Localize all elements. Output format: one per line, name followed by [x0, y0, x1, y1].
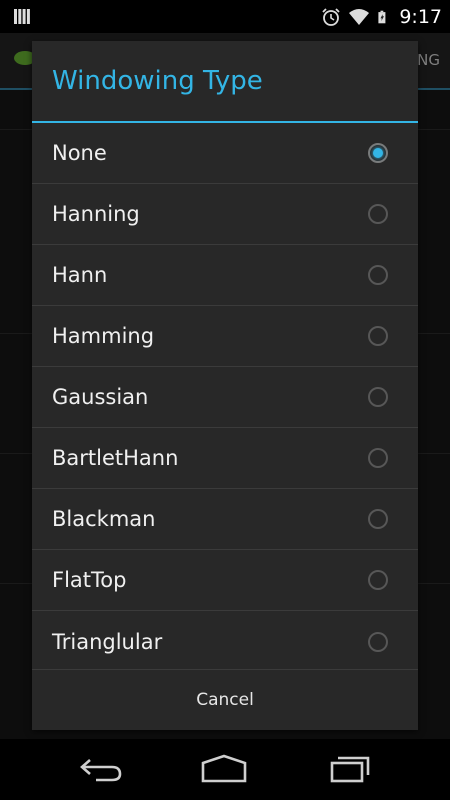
option-gaussian[interactable]: Gaussian — [32, 367, 418, 428]
option-label: Hann — [52, 263, 108, 287]
radio-button[interactable] — [368, 326, 388, 346]
status-time: 9:17 — [399, 5, 442, 28]
option-label: BartletHann — [52, 446, 179, 470]
option-label: Hanning — [52, 202, 140, 226]
option-label: Trianglular — [52, 629, 163, 654]
option-label: Hamming — [52, 324, 155, 348]
windowing-type-dialog: Windowing Type None Hanning Hann Hamming… — [32, 41, 418, 730]
dialog-title: Windowing Type — [52, 66, 263, 96]
radio-button[interactable] — [368, 265, 388, 285]
app-tab-label: NG — [417, 51, 440, 69]
home-icon[interactable] — [200, 753, 248, 785]
back-icon[interactable] — [76, 753, 124, 785]
option-label: Blackman — [52, 507, 156, 531]
option-none[interactable]: None — [32, 123, 418, 184]
status-bar: 9:17 — [0, 0, 450, 33]
wifi-icon — [349, 8, 370, 25]
signal-bars-icon — [14, 9, 30, 24]
option-list: None Hanning Hann Hamming Gaussian Bartl… — [32, 123, 418, 672]
option-label: None — [52, 141, 107, 165]
dialog-footer: Cancel — [32, 669, 418, 730]
radio-button-checked[interactable] — [368, 143, 388, 163]
navigation-bar — [0, 739, 450, 800]
option-trianglular[interactable]: Trianglular — [32, 611, 418, 672]
radio-button[interactable] — [368, 204, 388, 224]
cancel-button[interactable]: Cancel — [196, 690, 254, 710]
option-hamming[interactable]: Hamming — [32, 306, 418, 367]
alarm-clock-icon — [322, 7, 340, 26]
radio-button[interactable] — [368, 387, 388, 407]
radio-button[interactable] — [368, 509, 388, 529]
option-hann[interactable]: Hann — [32, 245, 418, 306]
option-label: Gaussian — [52, 385, 149, 409]
option-blackman[interactable]: Blackman — [32, 489, 418, 550]
option-hanning[interactable]: Hanning — [32, 184, 418, 245]
radio-button[interactable] — [368, 631, 388, 652]
option-flattop[interactable]: FlatTop — [32, 550, 418, 611]
option-label: FlatTop — [52, 568, 127, 592]
radio-button[interactable] — [368, 448, 388, 468]
radio-button[interactable] — [368, 570, 388, 590]
option-bartlethann[interactable]: BartletHann — [32, 428, 418, 489]
recents-icon[interactable] — [326, 753, 374, 785]
battery-charging-icon — [378, 10, 386, 23]
